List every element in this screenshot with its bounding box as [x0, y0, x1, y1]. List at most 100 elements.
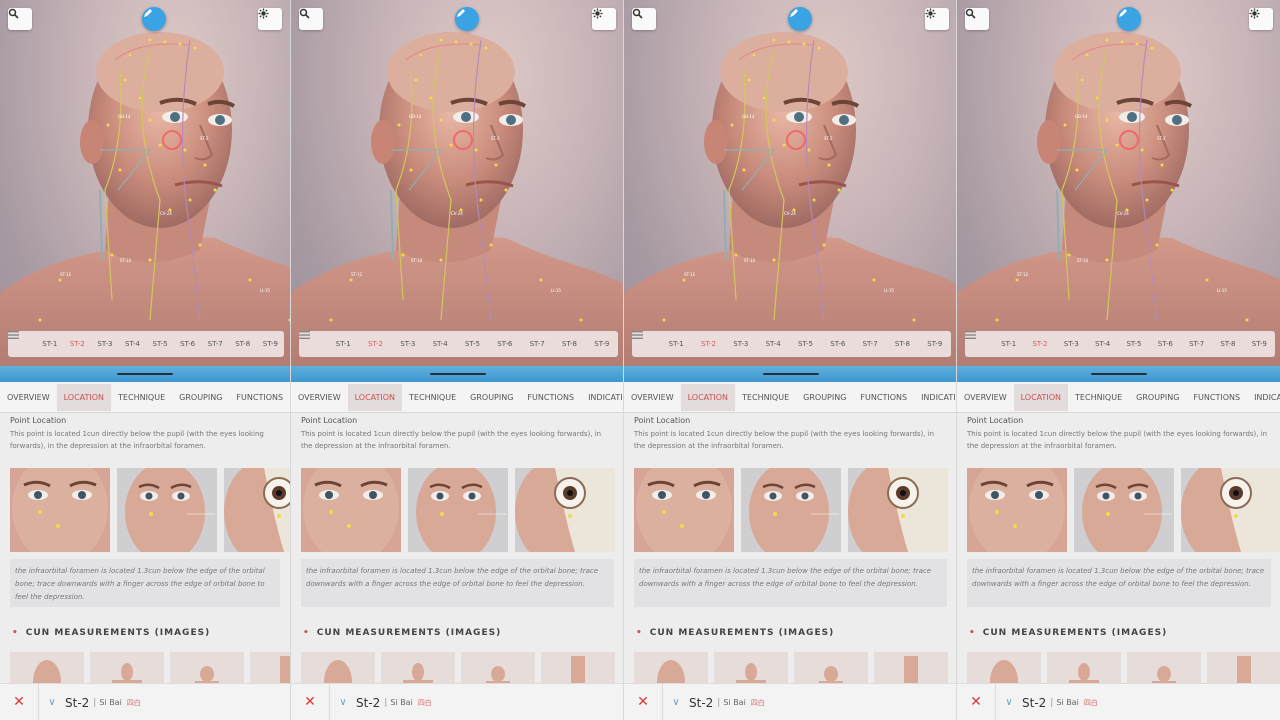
point-tab-st-8[interactable]: ST-8 [553, 340, 585, 348]
drawer-handle-bar[interactable] [291, 366, 624, 382]
tab-overview[interactable]: OVERVIEW [0, 384, 57, 411]
tab-indications[interactable]: INDICATIONS [914, 384, 957, 411]
tab-indications[interactable]: INDICATIONS [581, 384, 624, 411]
search-button[interactable] [299, 8, 323, 30]
point-tab-st-6[interactable]: ST-6 [174, 340, 202, 348]
drawer-handle-bar[interactable] [624, 366, 957, 382]
settings-button[interactable] [258, 8, 282, 30]
tab-overview[interactable]: OVERVIEW [957, 384, 1014, 411]
edit-button[interactable] [142, 7, 166, 31]
point-tab-st-4[interactable]: ST-4 [424, 340, 456, 348]
tab-location[interactable]: LOCATION [56, 383, 112, 411]
point-tab-st-9[interactable]: ST-9 [1244, 340, 1275, 348]
point-tab-st-5[interactable]: ST-5 [1118, 340, 1149, 348]
tab-grouping[interactable]: GROUPING [463, 384, 520, 411]
drawer-handle-bar[interactable] [957, 366, 1280, 382]
cun-measurements-header[interactable]: • CUN MEASUREMENTS (IMAGES) [12, 628, 210, 638]
tab-functions[interactable]: FUNCTIONS [229, 384, 290, 411]
point-tab-st-8[interactable]: ST-8 [1212, 340, 1243, 348]
location-image-1[interactable] [967, 468, 1067, 552]
point-tab-st-1[interactable]: ST-1 [993, 340, 1024, 348]
point-tab-st-2[interactable]: ST-2 [64, 340, 92, 348]
point-tab-st-7[interactable]: ST-7 [854, 340, 886, 348]
point-tab-st-2[interactable]: ST-2 [1024, 340, 1055, 348]
tab-grouping[interactable]: GROUPING [796, 384, 853, 411]
point-tab-st-3[interactable]: ST-3 [392, 340, 424, 348]
location-image-3[interactable] [1181, 468, 1280, 552]
location-image-2[interactable] [741, 468, 841, 552]
drag-handle[interactable] [429, 373, 486, 375]
edit-button[interactable] [455, 7, 479, 31]
close-button[interactable]: ✕ [957, 684, 996, 720]
point-tab-st-2[interactable]: ST-2 [692, 340, 724, 348]
location-image-1[interactable] [10, 468, 110, 552]
point-tab-st-3[interactable]: ST-3 [1056, 340, 1087, 348]
drag-handle[interactable] [1091, 373, 1147, 375]
point-tab-st-5[interactable]: ST-5 [146, 340, 174, 348]
location-image-2[interactable] [117, 468, 217, 552]
settings-button[interactable] [925, 8, 949, 30]
tab-location[interactable]: LOCATION [347, 383, 403, 411]
expand-button[interactable]: ∨ [39, 697, 65, 708]
tab-indications[interactable]: INDICATIONS [1247, 384, 1280, 411]
search-button[interactable] [632, 8, 656, 30]
tab-functions[interactable]: FUNCTIONS [520, 384, 581, 411]
cun-measurements-header[interactable]: • CUN MEASUREMENTS (IMAGES) [636, 628, 834, 638]
edit-button[interactable] [1117, 7, 1141, 31]
tab-technique[interactable]: TECHNIQUE [402, 384, 463, 411]
point-tab-st-5[interactable]: ST-5 [456, 340, 488, 348]
tab-grouping[interactable]: GROUPING [172, 384, 229, 411]
point-tab-st-7[interactable]: ST-7 [521, 340, 553, 348]
tab-location[interactable]: LOCATION [1013, 383, 1069, 411]
3d-head-model-view[interactable]: GB-14 ST-2 CV-24 ST-12 LI-15 ST-10 ST-1 … [0, 0, 290, 380]
tab-overview[interactable]: OVERVIEW [291, 384, 348, 411]
3d-head-model-view[interactable]: GB-14 ST-2 CV-24 ST-12 LI-15 ST-10 ST-1 … [291, 0, 624, 380]
tab-technique[interactable]: TECHNIQUE [111, 384, 172, 411]
3d-head-model-view[interactable]: GB-14 ST-2 CV-24 ST-12 LI-15 ST-10 ST-1 … [624, 0, 957, 380]
drawer-handle-bar[interactable] [0, 366, 290, 382]
tab-technique[interactable]: TECHNIQUE [735, 384, 796, 411]
tab-functions[interactable]: FUNCTIONS [853, 384, 914, 411]
point-tab-st-3[interactable]: ST-3 [91, 340, 119, 348]
location-image-3[interactable] [515, 468, 615, 552]
point-tab-st-1[interactable]: ST-1 [327, 340, 359, 348]
settings-button[interactable] [1249, 8, 1273, 30]
tab-functions[interactable]: FUNCTIONS [1186, 384, 1247, 411]
location-image-1[interactable] [634, 468, 734, 552]
point-tab-st-5[interactable]: ST-5 [789, 340, 821, 348]
point-tab-st-9[interactable]: ST-9 [257, 340, 285, 348]
expand-button[interactable]: ∨ [663, 697, 689, 708]
edit-button[interactable] [788, 7, 812, 31]
point-tab-st-9[interactable]: ST-9 [919, 340, 951, 348]
settings-button[interactable] [592, 8, 616, 30]
point-tab-st-6[interactable]: ST-6 [489, 340, 521, 348]
point-tab-st-4[interactable]: ST-4 [119, 340, 147, 348]
location-image-1[interactable] [301, 468, 401, 552]
close-button[interactable]: ✕ [624, 684, 663, 720]
point-tab-st-8[interactable]: ST-8 [229, 340, 257, 348]
tab-location[interactable]: LOCATION [680, 383, 736, 411]
cun-measurements-header[interactable]: • CUN MEASUREMENTS (IMAGES) [969, 628, 1167, 638]
tab-overview[interactable]: OVERVIEW [624, 384, 681, 411]
expand-button[interactable]: ∨ [996, 697, 1022, 708]
point-tab-st-4[interactable]: ST-4 [757, 340, 789, 348]
point-tab-st-1[interactable]: ST-1 [36, 340, 64, 348]
point-tab-st-3[interactable]: ST-3 [725, 340, 757, 348]
cun-measurements-header[interactable]: • CUN MEASUREMENTS (IMAGES) [303, 628, 501, 638]
location-image-2[interactable] [408, 468, 508, 552]
search-button[interactable] [8, 8, 32, 30]
location-image-2[interactable] [1074, 468, 1174, 552]
point-tab-st-6[interactable]: ST-6 [822, 340, 854, 348]
search-button[interactable] [965, 8, 989, 30]
point-tab-st-4[interactable]: ST-4 [1087, 340, 1118, 348]
3d-head-model-view[interactable]: GB-14 ST-2 CV-24 ST-12 LI-15 ST-10 ST-1 … [957, 0, 1280, 380]
point-tab-st-1[interactable]: ST-1 [660, 340, 692, 348]
point-tab-st-9[interactable]: ST-9 [586, 340, 618, 348]
drag-handle[interactable] [117, 373, 173, 375]
point-tab-st-6[interactable]: ST-6 [1150, 340, 1181, 348]
point-tab-st-8[interactable]: ST-8 [886, 340, 918, 348]
close-button[interactable]: ✕ [0, 684, 39, 720]
point-tab-st-7[interactable]: ST-7 [1181, 340, 1212, 348]
point-tab-st-7[interactable]: ST-7 [201, 340, 229, 348]
close-button[interactable]: ✕ [291, 684, 330, 720]
